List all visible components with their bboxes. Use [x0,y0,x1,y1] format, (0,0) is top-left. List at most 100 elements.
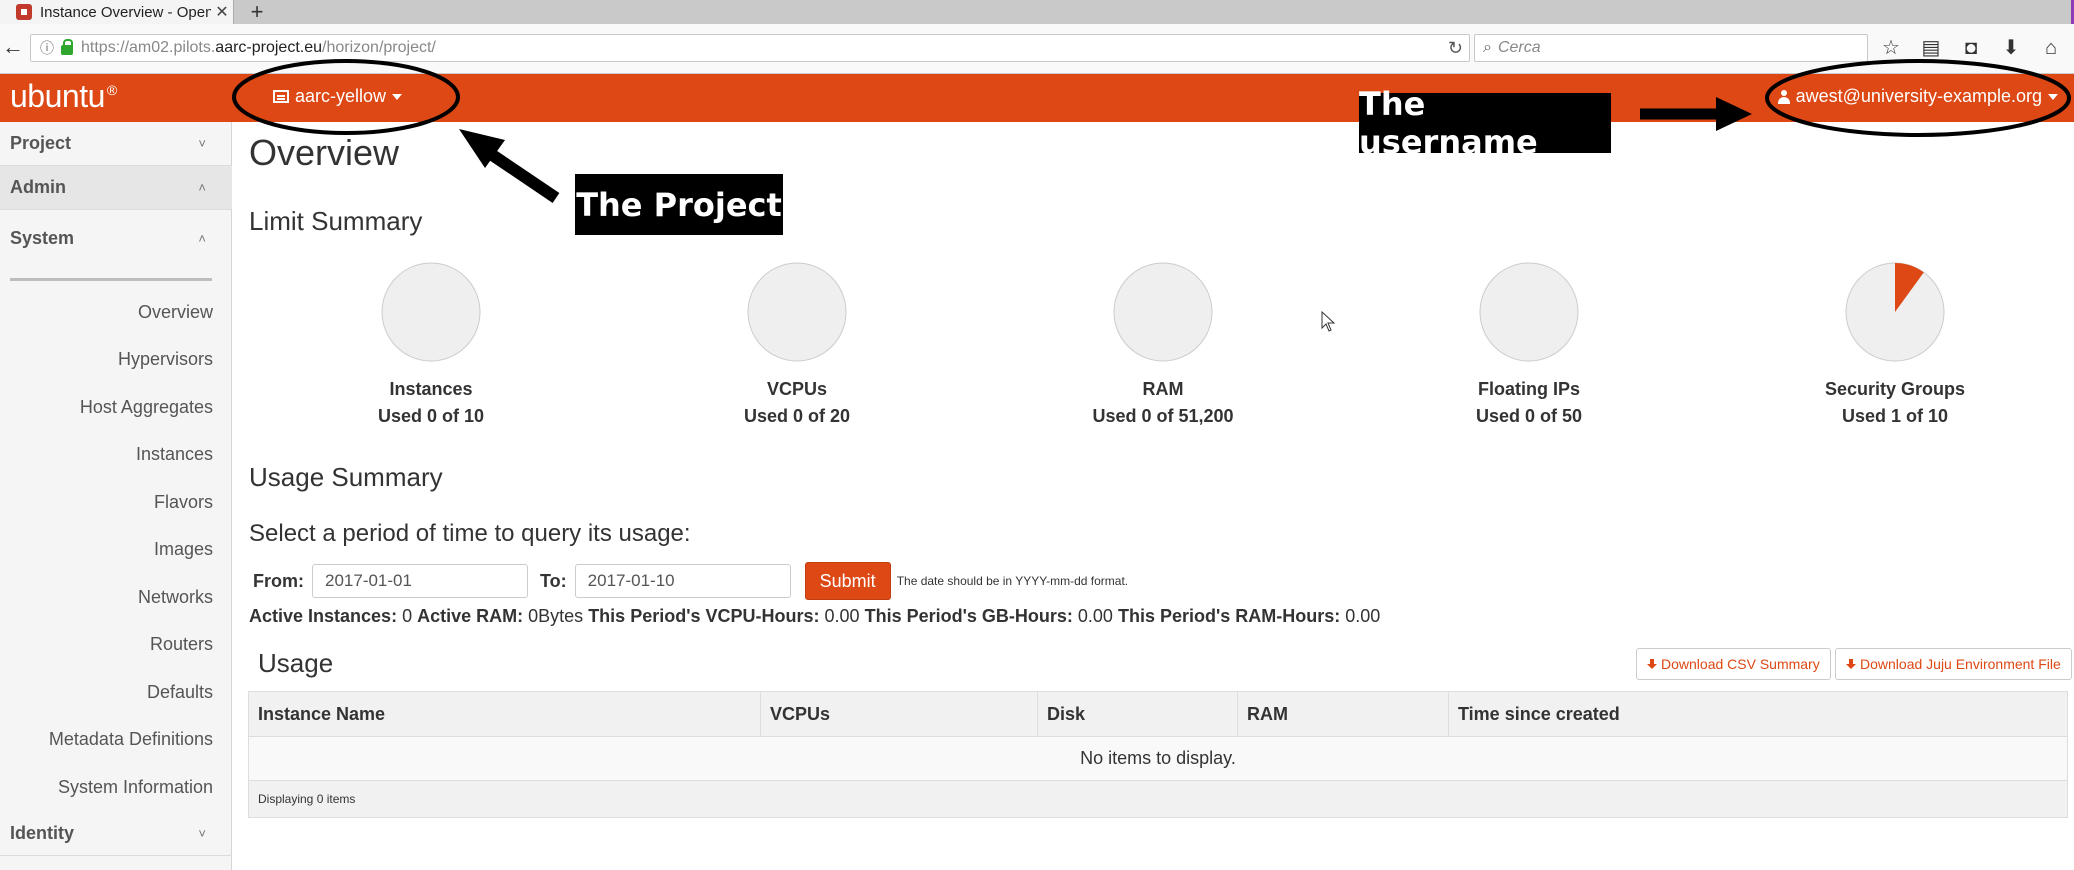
chevron-up-icon: ˄ [198,180,206,195]
download-icon [1846,658,1856,670]
sidebar-item-defaults[interactable]: Defaults [147,682,213,703]
project-annotation-label: The Project [575,174,783,235]
submit-button[interactable]: Submit [804,562,891,600]
pie-chart [381,262,481,362]
caret-down-icon [2048,93,2058,100]
url-bar[interactable]: ⓘ https://am02.pilots.aarc-project.eu/ho… [30,34,1470,62]
sidebar-section-system[interactable]: System ˄ [0,216,232,260]
pie-background [381,262,481,362]
ubuntu-logo[interactable]: ubuntu ® [10,78,117,115]
home-icon[interactable]: ⌂ [2036,36,2066,60]
sidebar-item-overview[interactable]: Overview [138,302,213,323]
sidebar-item-host-aggregates[interactable]: Host Aggregates [80,397,213,418]
browser-tab[interactable]: Instance Overview - Open... ✕ [0,0,234,24]
project-name: aarc-yellow [295,86,387,106]
usage-stats: Active Instances: 0 Active RAM: 0Bytes T… [249,606,1381,626]
sidebar-item-hypervisors[interactable]: Hypervisors [118,349,213,370]
to-label: To: [540,570,567,591]
url-text[interactable]: https://am02.pilots.aarc-project.eu/hori… [81,39,436,57]
to-date-input[interactable] [574,564,791,598]
user-icon [1777,89,1790,104]
chevron-down-icon: ˅ [198,136,206,151]
pie-chart [747,262,847,362]
user-menu[interactable]: awest@university-example.org [1777,86,2058,107]
browser-navbar: ← ⓘ https://am02.pilots.aarc-project.eu/… [0,24,2074,74]
caret-down-icon [392,93,403,100]
project-selector[interactable]: aarc-yellow [273,86,403,107]
usage-summary-heading: Usage Summary [249,462,443,492]
sidebar: Project ˅ Admin ˄ System ˄ Overview Hypervi… [0,122,232,870]
chevron-up-icon: ˄ [198,230,206,246]
page-title: Overview [249,132,400,173]
column-header[interactable]: Time since created [1449,692,2067,736]
table-header: Instance Name VCPUs Disk RAM Time since … [249,692,2067,737]
limit-name: VCPUs [766,379,828,399]
search-placeholder: Cerca [1497,39,1541,56]
search-icon: ⌕ [1483,39,1492,56]
app-header: ubuntu ® aarc-yellow awest@university-exa… [0,74,2074,122]
limit-pie-ram: RAM Used 0 of 51,200 [1053,261,1273,427]
bookmark-star-icon[interactable]: ☆ [1876,36,1906,60]
tab-title: Instance Overview - Open... [40,3,211,21]
lock-icon [61,39,73,55]
limit-name: Instances [389,379,473,399]
sidebar-item-instances[interactable]: Instances [136,444,213,465]
sidebar-item-images[interactable]: Images [154,539,213,560]
date-format-hint: The date should be in YYYY-mm-dd format. [896,574,1129,588]
sidebar-item-metadata-definitions[interactable]: Metadata Definitions [49,729,213,750]
info-icon[interactable]: ⓘ [37,38,57,58]
section-underline [10,278,212,281]
favicon-icon [16,4,32,20]
from-label: From: [253,570,304,591]
download-csv-button[interactable]: Download CSV Summary [1636,648,1831,680]
usage-heading: Usage [258,648,334,678]
limit-used: Used 0 of 50 [1475,406,1583,426]
download-icon[interactable]: ⬇ [1996,36,2026,60]
limit-name: Floating IPs [1477,379,1580,399]
limit-used: Used 0 of 20 [743,406,851,426]
table-footer: Displaying 0 items [249,781,2067,817]
usage-table: Instance Name VCPUs Disk RAM Time since … [248,691,2068,818]
sidebar-section-project[interactable]: Project ˅ [0,122,232,166]
limit-pie-security-groups: Security Groups Used 1 of 10 [1785,261,2005,427]
sidebar-item-flavors[interactable]: Flavors [154,492,213,513]
username-annotation-label: The username [1359,85,1611,161]
reload-icon[interactable]: ↻ [1448,38,1463,59]
pie-background [747,262,847,362]
pocket-icon[interactable]: ◘ [1956,36,1986,60]
limit-name: Security Groups [1824,379,1966,399]
back-arrow-icon[interactable]: ← [2,36,24,58]
column-header[interactable]: RAM [1238,692,1449,736]
column-header[interactable]: Instance Name [249,692,761,736]
project-icon [273,90,289,103]
project-arrow-icon [459,129,560,203]
mouse-cursor-icon [1321,311,1336,332]
sidebar-item-networks[interactable]: Networks [138,587,213,608]
close-tab-icon[interactable]: ✕ [211,2,233,22]
username: awest@university-example.org [1795,86,2042,106]
limit-pie-instances: Instances Used 0 of 10 [321,261,541,427]
limit-used: Used 1 of 10 [1841,406,1949,426]
sidebar-item-routers[interactable]: Routers [150,634,213,655]
pie-background [1113,262,1213,362]
sidebar-section-admin[interactable]: Admin ˄ [0,166,232,210]
reading-list-icon[interactable]: ▤ [1916,36,1946,60]
pie-background [1479,262,1579,362]
new-tab-button[interactable]: + [244,0,270,24]
pie-chart [1845,262,1945,362]
period-prompt: Select a period of time to query its usa… [249,520,691,547]
chevron-down-icon: ˅ [198,826,206,841]
search-bar[interactable]: ⌕ Cerca [1474,34,1868,62]
from-date-input[interactable] [312,564,528,598]
sidebar-section-identity[interactable]: Identity ˅ [0,812,232,856]
download-juju-button[interactable]: Download Juju Environment File [1835,648,2072,680]
limit-name: RAM [1142,379,1184,399]
column-header[interactable]: VCPUs [761,692,1038,736]
limit-pie-floating-ips: Floating IPs Used 0 of 50 [1419,261,1639,427]
limit-summary-heading: Limit Summary [249,206,423,236]
empty-message: No items to display. [249,737,2067,781]
date-form: From: To: Submit The date should be in Y… [253,562,1129,600]
sidebar-item-system-information[interactable]: System Information [58,777,213,798]
column-header[interactable]: Disk [1038,692,1238,736]
browser-tabstrip: Instance Overview - Open... ✕ + [0,0,2074,24]
